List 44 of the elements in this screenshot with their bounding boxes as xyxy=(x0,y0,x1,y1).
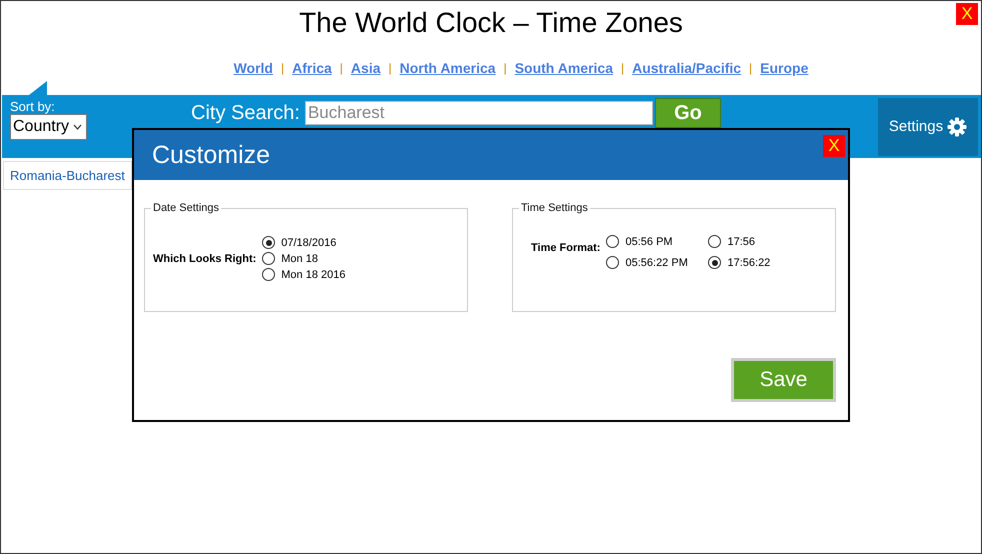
search-label: City Search: xyxy=(191,102,300,124)
separator: | xyxy=(749,61,752,75)
option-label: Mon 18 xyxy=(281,252,318,264)
sort-label: Sort by: xyxy=(10,100,56,113)
region-link[interactable]: Asia xyxy=(350,60,380,76)
group-legend: Time Settings xyxy=(519,202,590,214)
option-label: 17:56:22 xyxy=(727,256,770,268)
region-link[interactable]: South America xyxy=(514,60,613,76)
option-label: 17:56 xyxy=(727,236,756,248)
separator: | xyxy=(388,61,392,75)
radio-button[interactable] xyxy=(262,268,276,281)
field-label: Which Looks Right: xyxy=(153,252,256,264)
region-link[interactable]: Europe xyxy=(760,60,808,76)
separator: | xyxy=(340,61,343,75)
go-button[interactable]: Go xyxy=(654,98,721,128)
radio-button[interactable] xyxy=(708,235,722,248)
separator: | xyxy=(280,61,284,75)
option-label: 05:56:22 PM xyxy=(625,256,688,268)
region-link[interactable]: World xyxy=(234,60,273,76)
radio-button[interactable] xyxy=(708,256,722,269)
close-button[interactable]: X xyxy=(823,135,845,157)
sort-dropdown[interactable]: Country xyxy=(10,114,88,140)
save-button[interactable]: Save xyxy=(731,358,836,402)
radio-button[interactable] xyxy=(262,252,276,265)
region-link[interactable]: Australia/Pacific xyxy=(632,60,742,76)
option-label: 05:56 PM xyxy=(625,236,673,248)
region-link[interactable]: Africa xyxy=(292,60,332,76)
radio-button[interactable] xyxy=(606,235,620,248)
search-field[interactable]: Bucharest xyxy=(304,101,653,125)
region-link[interactable]: North America xyxy=(400,60,496,76)
app-title: The World Clock – Time Zones xyxy=(299,6,683,40)
option-label: 07/18/2016 xyxy=(281,236,336,248)
radio-button[interactable] xyxy=(606,256,620,269)
separator: | xyxy=(504,61,507,75)
radio-button[interactable] xyxy=(262,236,276,249)
settings-button[interactable]: Settings xyxy=(878,98,978,156)
option-label: Mon 18 2016 xyxy=(281,268,346,280)
city-item[interactable]: Romania-Bucharest xyxy=(3,161,132,190)
separator: | xyxy=(620,61,624,75)
group-legend: Date Settings xyxy=(151,202,222,214)
field-label: Time Format: xyxy=(531,242,600,254)
caret-icon xyxy=(73,124,82,130)
close-button[interactable]: X xyxy=(956,3,978,25)
dialog-title: Customize xyxy=(152,140,270,170)
